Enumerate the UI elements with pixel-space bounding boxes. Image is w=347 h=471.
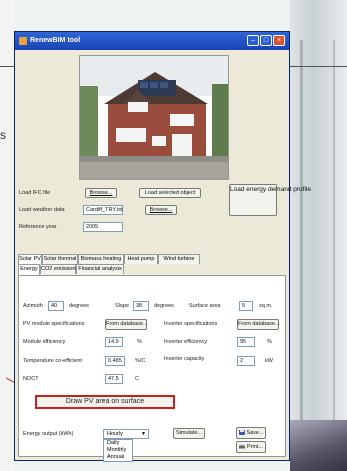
house-image — [79, 55, 229, 180]
temp-coef-unit: %/C — [135, 358, 146, 364]
tab-financial[interactable]: Financial analysis — [76, 264, 124, 274]
azimuth-label: Azimuth — [23, 303, 43, 309]
azimuth-input[interactable]: 40 — [48, 301, 64, 311]
weather-field[interactable]: Cardiff_TRY.txt — [83, 205, 123, 215]
slope-unit: degrees — [154, 303, 174, 309]
slope-input[interactable]: 38 — [133, 301, 149, 311]
surface-unit: sq.m. — [259, 303, 273, 309]
output-option-daily[interactable]: Daily — [107, 440, 132, 447]
inverter-spec-button[interactable]: From database... — [237, 319, 280, 330]
tab-solar-thermal[interactable]: Solar thermal — [42, 254, 78, 264]
surface-input[interactable]: 5 — [239, 301, 253, 311]
slope-label: Slope — [115, 303, 130, 309]
save-button[interactable]: Save... — [236, 427, 266, 439]
app-icon — [19, 37, 27, 45]
printer-icon — [239, 444, 245, 449]
save-label: Save... — [246, 430, 264, 436]
tab-wind-turbine[interactable]: Wind turbine — [158, 254, 200, 264]
tab-co2[interactable]: CO2 emissions — [40, 264, 78, 274]
background-floor — [290, 420, 347, 471]
chevron-down-icon: ▼ — [141, 431, 146, 437]
energy-panel: Azimuth 40 degrees Slope 38 degrees Surf… — [18, 275, 286, 462]
inverter-spec-label: Inverter specifications — [164, 321, 218, 327]
inverter-eff-label: Inverter efficiency — [164, 339, 208, 345]
inverter-cap-input[interactable]: 2 — [237, 356, 255, 366]
noct-input[interactable]: 47.5 — [105, 374, 123, 384]
output-label: Energy output (kWh) — [23, 431, 74, 437]
draw-pv-area-button[interactable]: Draw PV area on surface — [35, 395, 175, 409]
module-spec-button[interactable]: From database... — [105, 319, 148, 330]
output-select[interactable]: Hourly ▼ — [103, 429, 149, 439]
weather-label: Load weather data — [19, 207, 65, 213]
inverter-cap-unit: kW — [265, 358, 273, 364]
ifc-label: Load IFC file — [19, 190, 51, 196]
background-window-frame — [300, 40, 335, 471]
load-profile-button[interactable]: Load energy demand profile — [229, 184, 311, 216]
window-title: RenewBIM tool — [30, 37, 81, 44]
background-left — [0, 0, 14, 471]
maximize-button[interactable]: □ — [260, 35, 272, 46]
simulate-button[interactable]: Simulate... — [173, 428, 205, 439]
background-line-right — [290, 66, 347, 67]
inverter-cap-label: Inverter capacity — [164, 356, 205, 362]
print-label: Print... — [247, 444, 263, 450]
tab-biomass[interactable]: Biomass heating — [78, 254, 124, 264]
module-eff-unit: % — [137, 339, 142, 345]
module-spec-label: PV module specifications — [23, 321, 85, 327]
close-button[interactable]: × — [273, 35, 285, 46]
inverter-eff-input[interactable]: 95 — [237, 337, 255, 347]
module-eff-input[interactable]: 14.9 — [105, 337, 123, 347]
noct-label: NOCT — [23, 376, 39, 382]
temp-coef-input[interactable]: 0.485 — [105, 356, 125, 366]
ifc-browse-button[interactable]: Browse... — [85, 188, 117, 198]
background-line — [0, 66, 14, 67]
module-eff-label: Module efficiency — [23, 339, 66, 345]
year-field[interactable]: 2005 — [83, 222, 123, 232]
tab-strip-sub: Energy CO2 emissions Financial analysis — [18, 264, 288, 275]
noct-unit: C — [135, 376, 139, 382]
year-label: Reference year — [19, 224, 57, 230]
app-window: RenewBIM tool – □ × Load IFC file Browse… — [14, 31, 311, 462]
tab-heat-pump[interactable]: Heat pump — [124, 254, 158, 264]
minimize-button[interactable]: – — [247, 35, 259, 46]
background-edge-text: s — [0, 128, 6, 142]
weather-browse-button[interactable]: Browse... — [145, 205, 177, 215]
print-button[interactable]: Print... — [236, 441, 266, 453]
inverter-eff-unit: % — [267, 339, 272, 345]
azimuth-unit: degrees — [69, 303, 89, 309]
tab-strip-top: Solar PV Solar thermal Biomass heating H… — [18, 254, 288, 265]
temp-coef-label: Temperature co-efficient — [23, 358, 82, 364]
output-option-annual[interactable]: Annual — [107, 454, 132, 461]
title-bar[interactable]: RenewBIM tool – □ × — [15, 32, 289, 50]
tab-energy[interactable]: Energy — [18, 264, 40, 275]
output-option-monthly[interactable]: Monthly — [107, 447, 132, 454]
output-selected: Hourly — [107, 431, 123, 437]
save-icon — [239, 430, 245, 435]
surface-label: Surface area — [189, 303, 221, 309]
load-selected-button[interactable]: Load selected object — [139, 188, 201, 198]
output-dropdown-list: Daily Monthly Annual — [103, 439, 133, 462]
